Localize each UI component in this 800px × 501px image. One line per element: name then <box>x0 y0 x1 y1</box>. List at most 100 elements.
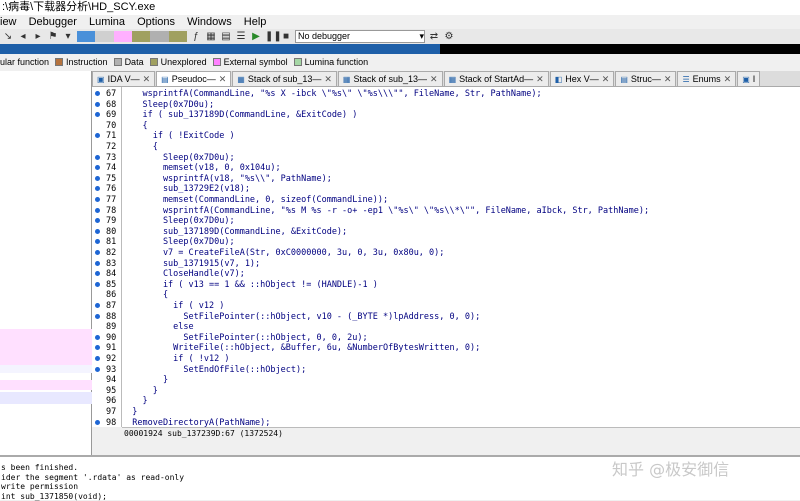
breakpoint-dot-icon[interactable] <box>95 112 100 117</box>
close-icon[interactable]: ✕ <box>219 73 227 86</box>
code-line[interactable]: wsprintfA(CommandLine, "%s M %s -r -o+ -… <box>122 206 649 217</box>
code-line[interactable]: } <box>122 375 168 386</box>
breakpoint-dot-icon[interactable] <box>95 197 100 202</box>
function-row-highlight[interactable] <box>0 329 92 365</box>
menu-debugger[interactable]: Debugger <box>29 15 77 29</box>
code-line[interactable]: Sleep(0x7D0u); <box>122 216 235 227</box>
dropdown-icon[interactable]: ▾ <box>62 30 74 43</box>
code-line[interactable]: } <box>122 386 158 397</box>
data-icon[interactable]: ▦ <box>205 30 217 43</box>
code-line[interactable]: SetEndOfFile(::hObject); <box>122 365 306 376</box>
code-line[interactable]: RemoveDirectoryA(PathName); <box>122 418 270 427</box>
stop-icon[interactable]: ■ <box>280 30 292 43</box>
menu-view[interactable]: iew <box>0 15 17 29</box>
breakpoint-dot-icon[interactable] <box>95 420 100 425</box>
code-line[interactable]: } <box>122 396 148 407</box>
code-line[interactable]: wsprintfA(v18, "%s\\", PathName); <box>122 174 332 185</box>
pseudocode-view[interactable]: wsprintfA(CommandLine, "%s X -ibck \"%s\… <box>122 87 800 427</box>
options-icon[interactable]: ⚙ <box>443 30 455 43</box>
code-line[interactable]: } <box>122 407 137 418</box>
tab-stack-2[interactable]: ▦Stack of sub_13—✕ <box>338 71 443 86</box>
tab-imports[interactable]: ▣I <box>737 71 760 86</box>
struct-icon[interactable]: ▤ <box>220 30 232 43</box>
breakpoint-dot-icon[interactable] <box>95 303 100 308</box>
code-line[interactable]: SetFilePointer(::hObject, 0, 0, 2u); <box>122 333 368 344</box>
code-line[interactable]: if ( !v12 ) <box>122 354 229 365</box>
breakpoint-dot-icon[interactable] <box>95 218 100 223</box>
code-line[interactable]: sub_13729E2(v18); <box>122 184 250 195</box>
breakpoint-dot-icon[interactable] <box>95 356 100 361</box>
breakpoint-dot-icon[interactable] <box>95 314 100 319</box>
close-icon[interactable]: ✕ <box>664 73 672 86</box>
function-icon[interactable]: ƒ <box>190 30 202 43</box>
code-line[interactable]: v7 = CreateFileA(Str, 0xC0000000, 3u, 0,… <box>122 248 444 259</box>
code-line[interactable]: if ( sub_137189D(CommandLine, &ExitCode)… <box>122 110 357 121</box>
code-line[interactable]: Sleep(0x7D0u); <box>122 237 235 248</box>
code-line[interactable]: CloseHandle(v7); <box>122 269 245 280</box>
function-row-highlight[interactable] <box>0 380 92 390</box>
breakpoint-dot-icon[interactable] <box>95 91 100 96</box>
menu-lumina[interactable]: Lumina <box>89 15 125 29</box>
code-line[interactable]: { <box>122 290 168 301</box>
back-icon[interactable]: ◂ <box>17 30 29 43</box>
pause-icon[interactable]: ❚❚ <box>265 30 277 43</box>
tab-stack-1[interactable]: ▦Stack of sub_13—✕ <box>232 71 337 86</box>
navigation-band[interactable] <box>0 44 440 54</box>
bookmark-icon[interactable]: ⚑ <box>47 30 59 43</box>
close-icon[interactable]: ✕ <box>143 73 151 86</box>
breakpoint-dot-icon[interactable] <box>95 176 100 181</box>
breakpoint-dot-icon[interactable] <box>95 250 100 255</box>
breakpoint-dot-icon[interactable] <box>95 282 100 287</box>
code-line[interactable]: { <box>122 142 158 153</box>
code-line[interactable]: Sleep(0x7D0u); <box>122 153 235 164</box>
code-line[interactable]: WriteFile(::hObject, &Buffer, 6u, &Numbe… <box>122 343 480 354</box>
menu-options[interactable]: Options <box>137 15 175 29</box>
code-line[interactable]: memset(v18, 0, 0x104u); <box>122 163 281 174</box>
breakpoint-dot-icon[interactable] <box>95 155 100 160</box>
functions-panel[interactable] <box>0 71 92 455</box>
close-icon[interactable]: ✕ <box>430 73 438 86</box>
navigation-band-unexplored[interactable] <box>440 44 800 54</box>
code-line[interactable]: Sleep(0x7D0u); <box>122 100 214 111</box>
breakpoint-dot-icon[interactable] <box>95 133 100 138</box>
breakpoint-dot-icon[interactable] <box>95 229 100 234</box>
function-row-highlight[interactable] <box>0 365 92 373</box>
tab-structures[interactable]: ▤Struc—✕ <box>615 71 676 86</box>
breakpoint-dot-icon[interactable] <box>95 271 100 276</box>
breakpoint-dot-icon[interactable] <box>95 335 100 340</box>
code-line[interactable]: wsprintfA(CommandLine, "%s X -ibck \"%s\… <box>122 89 542 100</box>
close-icon[interactable]: ✕ <box>324 73 332 86</box>
debugger-select[interactable]: No debugger▾ <box>295 30 425 43</box>
attach-icon[interactable]: ⇄ <box>428 30 440 43</box>
breakpoint-dot-icon[interactable] <box>95 186 100 191</box>
code-line[interactable]: { <box>122 121 148 132</box>
play-icon[interactable]: ▶ <box>250 30 262 43</box>
menu-help[interactable]: Help <box>244 15 267 29</box>
tab-ida-view[interactable]: ▣IDA V—✕ <box>92 71 155 86</box>
code-line[interactable]: else <box>122 322 194 333</box>
jump-icon[interactable]: ↘ <box>2 30 14 43</box>
close-icon[interactable]: ✕ <box>724 73 732 86</box>
close-icon[interactable]: ✕ <box>536 73 544 86</box>
close-icon[interactable]: ✕ <box>602 73 610 86</box>
tab-hex-view[interactable]: ◧Hex V—✕ <box>550 71 615 86</box>
toolbar-navigation-strip[interactable] <box>77 31 187 42</box>
tab-pseudocode[interactable]: ▤Pseudoc—✕ <box>156 71 231 86</box>
code-line[interactable]: if ( !ExitCode ) <box>122 131 235 142</box>
breakpoint-dot-icon[interactable] <box>95 345 100 350</box>
code-line[interactable]: if ( v12 ) <box>122 301 224 312</box>
breakpoint-dot-icon[interactable] <box>95 165 100 170</box>
breakpoint-dot-icon[interactable] <box>95 239 100 244</box>
code-line[interactable]: if ( v13 == 1 && ::hObject != (HANDLE)-1… <box>122 280 378 291</box>
forward-icon[interactable]: ▸ <box>32 30 44 43</box>
breakpoint-dot-icon[interactable] <box>95 102 100 107</box>
breakpoint-dot-icon[interactable] <box>95 208 100 213</box>
code-line[interactable]: SetFilePointer(::hObject, v10 - (_BYTE *… <box>122 312 480 323</box>
tab-enums[interactable]: ☰Enums✕ <box>677 71 736 86</box>
tab-stack-startaddress[interactable]: ▦Stack of StartAd—✕ <box>444 71 549 86</box>
code-line[interactable]: memset(CommandLine, 0, sizeof(CommandLin… <box>122 195 388 206</box>
function-row-highlight[interactable] <box>0 392 92 404</box>
menu-windows[interactable]: Windows <box>187 15 232 29</box>
code-line[interactable]: sub_1371915(v7, 1); <box>122 259 260 270</box>
breakpoint-dot-icon[interactable] <box>95 261 100 266</box>
